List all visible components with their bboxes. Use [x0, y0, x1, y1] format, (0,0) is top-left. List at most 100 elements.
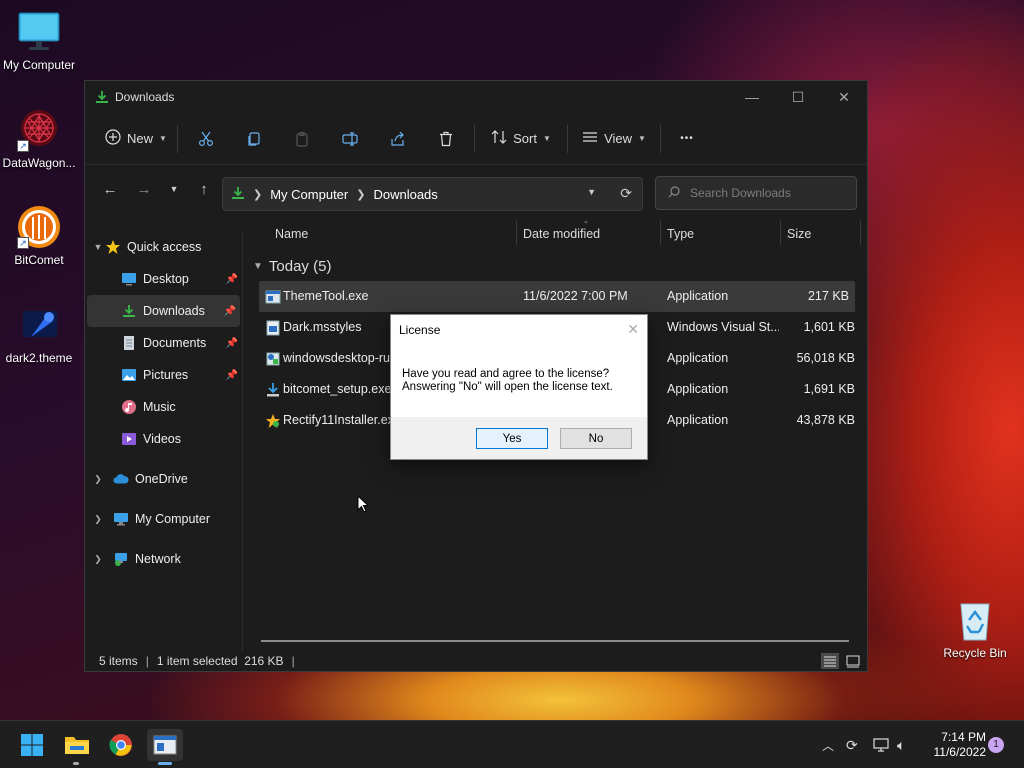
file-type: Application [667, 289, 729, 303]
navigation-pane: ▼ Quick access Desktop 📌 Downloads 📌 Doc… [85, 231, 243, 651]
sidebar-item-my-computer[interactable]: ❯ My Computer [85, 503, 242, 535]
taskbar-themetool[interactable] [147, 729, 183, 765]
sidebar-item-pictures[interactable]: Pictures 📌 [85, 359, 242, 391]
file-size: 43,878 KB [796, 413, 855, 427]
sidebar-item-videos[interactable]: Videos [85, 423, 242, 455]
maximize-button[interactable]: ☐ [775, 81, 821, 113]
sync-icon[interactable]: ⟳ [846, 737, 858, 754]
chevron-right-icon[interactable]: ❯ [91, 554, 105, 565]
clock-date: 11/6/2022 [933, 745, 987, 759]
refresh-icon[interactable]: ⟳ [620, 185, 632, 202]
dialog-message-line: Answering "No" will open the license tex… [402, 381, 613, 393]
column-divider[interactable] [780, 221, 781, 245]
sidebar-item-label: Videos [143, 432, 181, 446]
start-button[interactable] [16, 729, 48, 761]
rename-button[interactable] [326, 122, 374, 156]
up-button[interactable]: ↑ [187, 173, 221, 205]
search-box[interactable] [655, 176, 857, 210]
desktop-icon-datawagon[interactable]: ↗ DataWagon... [0, 108, 79, 170]
clock[interactable]: 7:14 PM 11/6/2022 [920, 730, 987, 760]
sidebar-item-documents[interactable]: Documents 📌 [85, 327, 242, 359]
no-button[interactable]: No [560, 428, 632, 449]
recycle-bin-icon [953, 598, 997, 642]
volume-icon[interactable]: 🔈︎ [897, 737, 905, 754]
column-size[interactable]: Size [787, 227, 811, 241]
group-header-today[interactable]: ▼ Today (5) [251, 251, 863, 281]
chevron-right-icon[interactable]: ❯ [91, 514, 105, 525]
address-dropdown-button[interactable]: ▼ [587, 187, 596, 197]
windows-logo-icon [21, 734, 43, 756]
status-separator: | [145, 654, 149, 668]
desktop-icon-bitcomet[interactable]: ↗ BitComet [0, 205, 79, 267]
sidebar-item-network[interactable]: ❯ Network [85, 543, 242, 575]
share-button[interactable] [374, 122, 422, 156]
sidebar-item-downloads[interactable]: Downloads 📌 [87, 295, 240, 327]
column-divider[interactable] [860, 221, 861, 245]
desktop-icon-label: BitComet [14, 253, 64, 267]
toolbar-separator [474, 124, 475, 153]
sidebar-item-onedrive[interactable]: ❯ OneDrive [85, 463, 242, 495]
status-bar: 5 items | 1 item selected 216 KB | [85, 651, 867, 671]
address-bar[interactable]: ❯ My Computer ❯ Downloads ▼ ⟳ [222, 177, 643, 211]
horizontal-scrollbar[interactable] [261, 640, 849, 642]
close-icon[interactable]: ✕ [627, 321, 639, 338]
chevron-right-icon: ❯ [356, 188, 366, 201]
breadcrumb-my-computer[interactable]: My Computer [270, 187, 348, 202]
taskbar-file-explorer[interactable] [61, 729, 93, 765]
sidebar-item-music[interactable]: Music [85, 391, 242, 423]
minimize-button[interactable]: — [729, 81, 775, 113]
breadcrumb-downloads[interactable]: Downloads [373, 187, 437, 202]
column-divider[interactable] [516, 221, 517, 245]
view-button[interactable]: View ▼ [572, 122, 656, 156]
chevron-down-icon: ▼ [159, 134, 167, 143]
column-headers: Name Date modified ⌄ Type Size [251, 218, 863, 251]
sort-label: Sort [513, 131, 537, 146]
column-type[interactable]: Type [667, 227, 694, 241]
file-type: Application [667, 351, 729, 365]
sort-button[interactable]: Sort ▼ [479, 122, 563, 156]
chevron-down-icon[interactable]: ▼ [91, 242, 105, 252]
search-input[interactable] [690, 186, 840, 200]
column-divider[interactable] [660, 221, 661, 245]
recent-locations-button[interactable]: ▼ [161, 173, 187, 205]
paste-button[interactable] [278, 122, 326, 156]
column-name[interactable]: Name [275, 227, 308, 241]
dialog-message: Have you read and agree to the license? … [391, 345, 647, 417]
desktop-icon-my-computer[interactable]: My Computer [0, 10, 79, 72]
sidebar-item-desktop[interactable]: Desktop 📌 [85, 263, 242, 295]
chrome-icon [109, 734, 132, 756]
yes-button[interactable]: Yes [476, 428, 548, 449]
file-type: Windows Visual St... [667, 320, 779, 334]
cut-button[interactable] [182, 122, 230, 156]
desktop-icon-dark2-theme[interactable]: dark2.theme [0, 303, 79, 365]
datawagon-icon: ↗ [17, 108, 61, 152]
forward-button[interactable]: → [127, 173, 161, 205]
toolbar-separator [177, 124, 178, 153]
window-title: Downloads [115, 90, 175, 104]
column-date-modified[interactable]: Date modified [523, 227, 600, 241]
network-tray-icon[interactable] [872, 737, 890, 756]
chevron-right-icon[interactable]: ❯ [91, 474, 105, 485]
notification-badge[interactable]: 1 [988, 737, 1004, 753]
taskbar-chrome[interactable] [105, 729, 137, 761]
new-button[interactable]: New ▼ [99, 122, 173, 156]
selection-info: 1 item selected 216 KB [156, 654, 284, 668]
view-list-icon [582, 129, 598, 148]
copy-button[interactable] [230, 122, 278, 156]
theme-file-icon [17, 303, 61, 347]
close-button[interactable]: ✕ [821, 81, 867, 113]
desktop-icon-label: Recycle Bin [943, 646, 1007, 660]
dialog-title-bar[interactable]: License [391, 315, 647, 345]
table-row[interactable]: ThemeTool.exe 11/6/2022 7:00 PM Applicat… [259, 281, 855, 312]
documents-icon [121, 335, 137, 351]
details-view-icon[interactable] [821, 653, 839, 669]
pin-icon: 📌 [225, 337, 238, 349]
tiles-view-icon[interactable] [844, 653, 862, 669]
back-button[interactable]: ← [93, 173, 127, 205]
delete-button[interactable] [422, 122, 470, 156]
videos-icon [121, 431, 137, 447]
show-hidden-icons-button[interactable]: ︿ [822, 737, 834, 754]
more-options-button[interactable]: ••• [665, 122, 709, 156]
desktop-icon-recycle-bin[interactable]: Recycle Bin [935, 598, 1015, 660]
sidebar-item-quick-access[interactable]: ▼ Quick access [85, 231, 242, 263]
